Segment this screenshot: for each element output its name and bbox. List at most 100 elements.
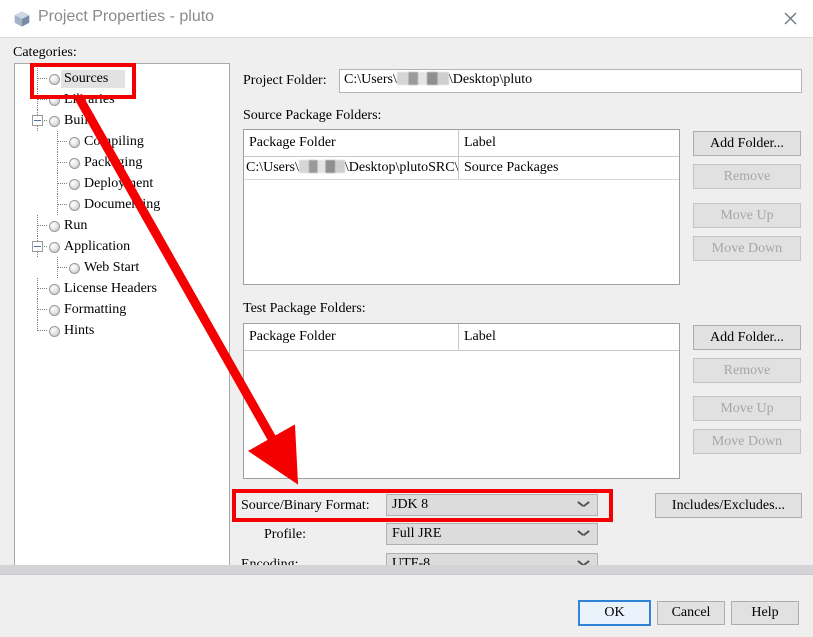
project-folder-field[interactable]: C:\Users\ \Desktop\pluto <box>339 69 802 93</box>
redacted-username <box>298 160 345 173</box>
source-package-folders-label: Source Package Folders: <box>243 108 382 123</box>
sidebar-item-label: Libraries <box>64 92 115 107</box>
source-binary-format-label: Source/Binary Format: <box>241 498 370 513</box>
title-bar: Project Properties - pluto <box>0 0 813 38</box>
move-up-button-tests[interactable]: Move Up <box>693 396 801 421</box>
tree-connector <box>57 183 67 184</box>
tree-node-icon <box>49 95 60 106</box>
sidebar-item-label: Build <box>64 113 96 128</box>
includes-excludes-button[interactable]: Includes/Excludes... <box>655 493 802 518</box>
row-folder-prefix: C:\Users\ <box>246 160 299 175</box>
remove-button-tests[interactable]: Remove <box>693 358 801 383</box>
project-folder-label: Project Folder: <box>243 73 327 88</box>
sidebar-item-label: Deployment <box>84 176 154 191</box>
categories-label: Categories: <box>13 45 77 60</box>
footer-separator <box>0 574 813 575</box>
sidebar-item-formatting[interactable]: Formatting <box>15 299 229 320</box>
tree-node-icon <box>69 263 80 274</box>
profile-label: Profile: <box>264 527 306 542</box>
sidebar-item-license-headers[interactable]: License Headers <box>15 278 229 299</box>
project-folder-prefix: C:\Users\ <box>344 72 397 87</box>
tree-connector <box>57 141 67 142</box>
tree-node-icon <box>49 242 60 253</box>
tree-node-icon <box>49 326 60 337</box>
tree-connector <box>37 99 47 100</box>
tree-connector <box>57 194 58 215</box>
sidebar-item-libraries[interactable]: Libraries <box>15 89 229 110</box>
ok-button[interactable]: OK <box>578 600 651 626</box>
sidebar-item-label: Application <box>64 239 131 254</box>
tree-connector <box>57 152 58 173</box>
table-header: Package Folder Label <box>244 324 679 351</box>
tree-connector <box>57 267 67 268</box>
profile-select[interactable]: Full JRE <box>386 523 598 545</box>
sidebar-item-run[interactable]: Run <box>15 215 229 236</box>
column-header-label: Label <box>464 329 496 344</box>
collapse-expander-icon[interactable] <box>32 241 43 252</box>
tree-connector <box>57 173 58 194</box>
profile-value: Full JRE <box>392 526 442 541</box>
source-binary-format-select[interactable]: JDK 8 <box>386 494 598 516</box>
chevron-down-icon <box>578 501 589 508</box>
source-binary-format-value: JDK 8 <box>392 497 429 512</box>
cancel-button[interactable]: Cancel <box>657 601 725 625</box>
tree-node-icon <box>49 74 60 85</box>
test-package-folders-label: Test Package Folders: <box>243 301 366 316</box>
sidebar-item-label: Documenting <box>84 197 161 212</box>
tree-connector <box>37 320 38 331</box>
sidebar-item-label: Run <box>64 218 88 233</box>
tree-node-icon <box>69 200 80 211</box>
cell-package-folder: C:\Users\ \Desktop\plutoSRC\src <box>244 157 459 179</box>
column-header-package-folder: Package Folder <box>244 324 459 350</box>
column-header-label: Label <box>464 135 496 150</box>
add-folder-button-tests[interactable]: Add Folder... <box>693 325 801 350</box>
project-properties-dialog: Project Properties - pluto Categories: S… <box>0 0 813 637</box>
help-button[interactable]: Help <box>731 601 799 625</box>
tree-connector <box>57 131 58 152</box>
clipped-background-text <box>25 629 245 636</box>
tree-connector <box>37 278 38 299</box>
close-icon[interactable] <box>767 0 813 36</box>
tree-connector <box>57 162 67 163</box>
test-package-folders-table[interactable]: Package Folder Label <box>243 323 680 479</box>
sidebar-item-hints[interactable]: Hints <box>15 320 229 341</box>
cell-label: Source Packages <box>464 160 559 175</box>
tree-connector <box>37 215 38 236</box>
tree-node-icon <box>49 221 60 232</box>
collapse-expander-icon[interactable] <box>32 115 43 126</box>
tree-node-icon <box>69 158 80 169</box>
move-up-button-sources[interactable]: Move Up <box>693 203 801 228</box>
remove-button-sources[interactable]: Remove <box>693 164 801 189</box>
sidebar-item-web-start[interactable]: Web Start <box>15 257 229 278</box>
tree-connector <box>37 299 38 320</box>
sidebar-item-label: Packaging <box>84 155 143 170</box>
sidebar-item-compiling[interactable]: Compiling <box>15 131 229 152</box>
sidebar-item-label: Web Start <box>84 260 140 275</box>
column-header-package-folder: Package Folder <box>244 130 459 156</box>
project-folder-suffix: \Desktop\pluto <box>448 72 533 87</box>
source-package-folders-table[interactable]: Package Folder Label C:\Users\ \Desktop\p… <box>243 129 680 285</box>
sidebar-item-label: Hints <box>64 323 95 338</box>
tree-node-icon <box>69 179 80 190</box>
tree-node-icon <box>69 137 80 148</box>
tree-connector <box>57 257 58 278</box>
tree-node-icon <box>49 305 60 316</box>
add-folder-button-sources[interactable]: Add Folder... <box>693 131 801 156</box>
move-down-button-tests[interactable]: Move Down <box>693 429 801 454</box>
sidebar-item-packaging[interactable]: Packaging <box>15 152 229 173</box>
sidebar-item-deployment[interactable]: Deployment <box>15 173 229 194</box>
tree-connector <box>37 225 47 226</box>
sidebar-item-label: Formatting <box>64 302 127 317</box>
sidebar-item-application[interactable]: Application <box>15 236 229 257</box>
categories-tree[interactable]: Sources Libraries Build Compiling Packaging D… <box>14 63 230 573</box>
tree-node-icon <box>49 116 60 127</box>
table-row[interactable]: C:\Users\ \Desktop\plutoSRC\src Source Pa… <box>244 157 679 180</box>
tree-connector <box>37 309 47 310</box>
cube-icon <box>13 10 31 28</box>
sidebar-item-sources[interactable]: Sources <box>15 68 229 89</box>
sidebar-item-label: Sources <box>64 71 109 86</box>
move-down-button-sources[interactable]: Move Down <box>693 236 801 261</box>
sidebar-item-build[interactable]: Build <box>15 110 229 131</box>
sidebar-item-documenting[interactable]: Documenting <box>15 194 229 215</box>
footer-band <box>0 565 813 574</box>
